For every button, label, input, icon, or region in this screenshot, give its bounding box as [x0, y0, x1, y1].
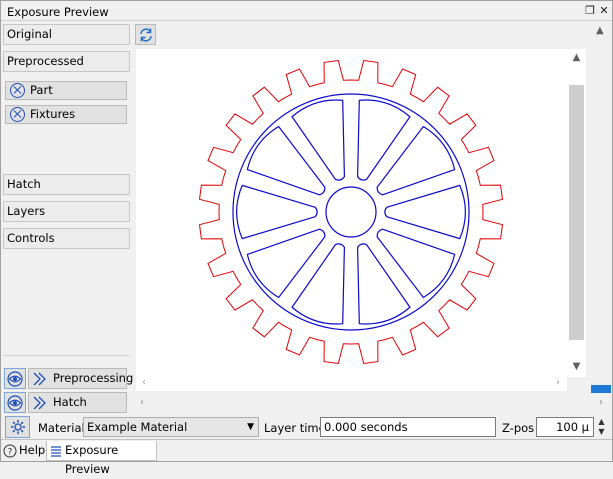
- eye-icon: [7, 371, 23, 387]
- material-value: Example Material: [87, 420, 188, 434]
- zpos-stepper[interactable]: ▲ ▼: [595, 417, 608, 437]
- help-icon: ?: [3, 444, 17, 458]
- gear-outer-contour: [198, 59, 504, 365]
- gear-cutout: [356, 99, 411, 181]
- preprocessing-visibility-button[interactable]: [4, 368, 26, 389]
- layer-time-field[interactable]: 0.000 seconds: [320, 417, 496, 437]
- scroll-down-icon[interactable]: ▼: [571, 361, 582, 372]
- scroll-right-icon[interactable]: ›: [556, 377, 560, 388]
- hatch-visibility-button[interactable]: [4, 392, 26, 413]
- zpos-field[interactable]: 100 μ: [536, 417, 594, 437]
- tab-exposure-preview-label: Exposure Preview: [65, 443, 119, 476]
- canvas-horizontal-scrollbar[interactable]: ‹ ›: [136, 377, 567, 391]
- section-hatch[interactable]: Hatch: [3, 174, 130, 195]
- scroll-up-icon[interactable]: ▲: [596, 25, 604, 36]
- gear-drawing: [198, 59, 504, 365]
- hatch-action-label: Hatch: [53, 395, 87, 409]
- scroll-thumb[interactable]: [591, 385, 611, 393]
- tab-exposure-preview[interactable]: Exposure Preview: [46, 441, 157, 476]
- scroll-up-icon[interactable]: ▲: [571, 52, 582, 63]
- layer-time-label: Layer time: [264, 421, 326, 435]
- scroll-left-icon[interactable]: ‹: [142, 377, 146, 388]
- settings-button[interactable]: [5, 416, 30, 438]
- gear-cutout: [246, 228, 326, 299]
- tab-help[interactable]: ? Help: [1, 441, 45, 461]
- gear-cutout: [384, 184, 466, 240]
- bottom-toolbar: Material Example Material ▼ Layer time 0…: [1, 415, 612, 439]
- layers-arrow-icon: [33, 372, 46, 386]
- section-original[interactable]: Original: [3, 24, 130, 45]
- hatch-button[interactable]: Hatch: [28, 392, 127, 413]
- exposure-preview-window: Exposure Preview ❐ ✕ Original Preprocess…: [0, 0, 613, 476]
- svg-text:?: ?: [8, 448, 13, 458]
- section-preprocessed[interactable]: Preprocessed: [3, 51, 130, 72]
- scroll-right-icon[interactable]: ›: [599, 397, 603, 408]
- close-icon[interactable]: ✕: [597, 4, 611, 18]
- preprocessing-button[interactable]: Preprocessing: [28, 368, 133, 389]
- divider: [3, 355, 130, 356]
- layers-arrow-icon: [33, 396, 46, 410]
- gear-cutout: [376, 228, 456, 299]
- scroll-left-icon[interactable]: ‹: [140, 397, 144, 408]
- exposure-canvas[interactable]: [136, 49, 567, 377]
- view-vertical-scrollbar[interactable]: ▲: [590, 22, 612, 394]
- preprocessing-label: Preprocessing: [53, 371, 134, 385]
- list-icon: [51, 446, 61, 457]
- gear-settings-icon: [11, 420, 25, 434]
- gear-inner-ring: [232, 93, 470, 331]
- canvas-vertical-scrollbar[interactable]: ▲ ▼: [567, 49, 586, 377]
- tab-help-label: Help: [19, 443, 46, 457]
- eye-icon: [7, 395, 23, 411]
- circle-x-icon: [10, 107, 25, 122]
- gear-cutout: [356, 243, 411, 325]
- fixtures-label: Fixtures: [30, 107, 76, 121]
- zpos-label: Z-pos: [502, 421, 535, 435]
- title-bar: Exposure Preview ❐ ✕: [1, 1, 612, 21]
- part-toggle[interactable]: Part: [5, 81, 127, 100]
- view-horizontal-scrollbar[interactable]: ‹ ›: [134, 397, 612, 411]
- left-panel: Original Preprocessed Part Fixtures Hatc…: [1, 22, 133, 437]
- gear-hub: [325, 186, 377, 238]
- gear-cutout: [291, 99, 346, 181]
- restore-icon[interactable]: ❐: [583, 4, 597, 18]
- part-label: Part: [30, 83, 53, 97]
- material-label: Material: [38, 421, 85, 435]
- refresh-button[interactable]: [135, 24, 156, 45]
- chevron-down-icon: ▼: [247, 422, 254, 432]
- section-layers[interactable]: Layers: [3, 201, 130, 222]
- scroll-thumb[interactable]: [569, 85, 584, 340]
- section-controls[interactable]: Controls: [3, 228, 130, 249]
- gear-cutout: [291, 243, 346, 325]
- refresh-icon: [140, 28, 152, 42]
- material-select[interactable]: Example Material ▼: [83, 417, 259, 437]
- circle-x-icon: [10, 83, 25, 98]
- gear-cutout: [246, 125, 326, 196]
- gear-cutout: [236, 184, 318, 240]
- tab-bar: ? Help Exposure Preview: [1, 439, 612, 476]
- preview-area: ▲ ▼ ‹ › ‹ ›: [134, 22, 612, 415]
- window-title: Exposure Preview: [7, 5, 109, 19]
- gear-cutout: [376, 125, 456, 196]
- fixtures-toggle[interactable]: Fixtures: [5, 105, 127, 124]
